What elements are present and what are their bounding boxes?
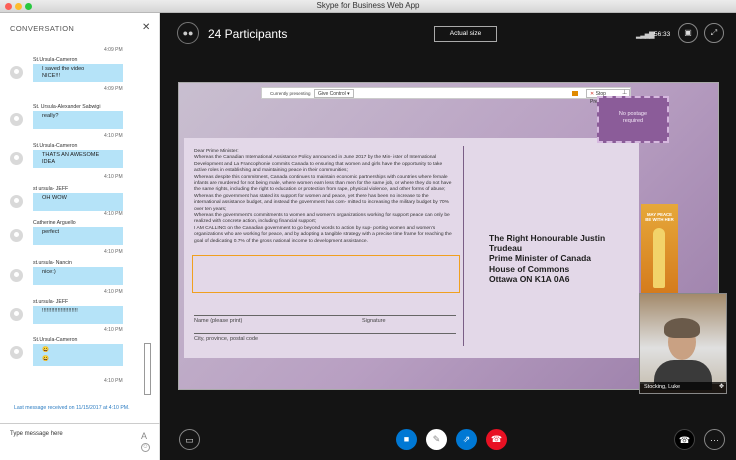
message-time: 4:10 PM — [104, 378, 123, 384]
list-item: St.Ursula-Cameron I saved the video NICE!… — [0, 57, 160, 104]
list-item: st.ursula- Nancin nice:) 4:10 PM — [0, 260, 160, 299]
conversation-header: CONVERSATION ✕ — [0, 13, 160, 45]
message-time: 4:09 PM — [104, 86, 123, 92]
message-time: 4:10 PM — [104, 327, 123, 333]
list-item: St. Ursula-Alexander Sabwigi really? 4:1… — [0, 104, 160, 143]
avatar — [10, 113, 23, 126]
participants-icon[interactable]: ●● — [177, 22, 199, 44]
name-field: Name (please print) Signature — [194, 315, 456, 324]
message-sender: St.Ursula-Cameron — [33, 57, 78, 63]
avatar — [10, 346, 23, 359]
call-timer: 56:33 — [654, 31, 671, 38]
participant-video[interactable]: Stocking, Luke ✥ — [639, 293, 727, 394]
message-time: 4:10 PM — [104, 174, 123, 180]
message-sender: St. Ursula-Alexander Sabwigi — [33, 104, 101, 110]
message-time: 4:10 PM — [104, 289, 123, 295]
window-title: Skype for Business Web App — [316, 1, 420, 10]
call-controls-icon[interactable]: ☎ — [674, 429, 695, 450]
message-sender: st.ursula- JEFF — [33, 299, 69, 305]
share-screen-icon[interactable]: ⇗ — [456, 429, 477, 450]
pin-icon[interactable]: ⊥ — [622, 89, 627, 96]
message-time: 4:10 PM — [104, 211, 123, 217]
recipient-address: The Right Honourable Justin Trudeau Prim… — [489, 233, 606, 284]
layout-icon[interactable]: ▣ — [678, 23, 698, 43]
title-bar: Skype for Business Web App — [0, 0, 736, 13]
list-item: St.Ursula-Cameron THATS AN AWESOME IDEA 4… — [0, 143, 160, 186]
message-bubble: nice:) — [33, 267, 123, 285]
hang-up-icon[interactable]: ☎ — [486, 429, 507, 450]
microphone-muted-icon[interactable]: ✎ — [426, 429, 447, 450]
avatar — [10, 195, 23, 208]
message-bubble: perfect — [33, 227, 123, 245]
avatar — [10, 269, 23, 282]
avatar — [10, 66, 23, 79]
list-item: st.ursula- JEFF !!!!!!!!!!!!!!!!!!!!!!! … — [0, 299, 160, 337]
close-conversation-button[interactable]: ✕ — [142, 22, 150, 33]
avatar — [10, 229, 23, 242]
message-bubble: !!!!!!!!!!!!!!!!!!!!!!! — [33, 306, 123, 324]
message-time: 4:10 PM — [104, 133, 123, 139]
message-bubble: THATS AN AWESOME IDEA — [33, 150, 123, 168]
participant-count[interactable]: 24 Participants — [208, 27, 287, 41]
city-field: City, province, postal code — [194, 333, 456, 342]
message-time: 4:10 PM — [104, 249, 123, 255]
conversation-title: CONVERSATION — [10, 24, 75, 33]
move-icon[interactable]: ✥ — [719, 382, 724, 393]
list-item: st ursula- JEFF OH WOW 4:10 PM — [0, 186, 160, 220]
message-sender: st.ursula- Nancin — [33, 260, 72, 266]
postage-stamp: No postage required — [597, 96, 669, 143]
signature-label: Signature — [362, 318, 386, 324]
currently-presenting-label: Currently presenting — [270, 91, 311, 96]
shared-content: Currently presenting Give Control ▾ ✕ St… — [178, 82, 719, 390]
avatar — [10, 308, 23, 321]
give-control-dropdown[interactable]: Give Control ▾ — [314, 89, 354, 98]
last-message-status: Last message received on 11/15/2017 at 4… — [14, 405, 130, 411]
message-bubble: 😀 😀 — [33, 344, 123, 366]
avatar — [10, 152, 23, 165]
highlight-box — [192, 255, 460, 293]
message-input[interactable]: Type message here — [10, 431, 63, 437]
chat-icon[interactable]: ▭ — [179, 429, 200, 450]
conversation-pane: CONVERSATION ✕ 4:09 PM St.Ursula-Cameron… — [0, 13, 160, 460]
petition-letter: Dear Prime Minister: Whereas the Canadia… — [194, 149, 452, 244]
campaign-poster: MAY PEACE BE WITH HER — [641, 204, 678, 296]
font-format-icon[interactable]: A — [141, 431, 147, 441]
message-bubble: really? — [33, 111, 123, 129]
message-composer[interactable]: Type message here A ☺ — [0, 423, 160, 460]
postcard-divider — [463, 146, 464, 346]
message-list[interactable]: 4:09 PM St.Ursula-Cameron I saved the vi… — [0, 43, 160, 415]
message-sender: st ursula- JEFF — [33, 186, 69, 192]
network-quality-icon: ▂▃▅▇ — [636, 32, 655, 39]
message-sender: St.Ursula-Cameron — [33, 143, 78, 149]
message-bubble: OH WOW — [33, 193, 123, 211]
list-item: Catherine Arguello perfect 4:10 PM — [0, 220, 160, 260]
actual-size-button[interactable]: Actual size — [434, 26, 497, 42]
list-item: St.Ursula-Cameron 😀 😀 4:10 PM — [0, 337, 160, 389]
more-options-icon[interactable]: ⋯ — [704, 429, 725, 450]
scrollbar[interactable] — [144, 343, 151, 395]
message-sender: St.Ursula-Cameron — [33, 337, 78, 343]
presenter-toolbar: Currently presenting Give Control ▾ ✕ St… — [261, 87, 631, 105]
message-sender: Catherine Arguello — [33, 220, 76, 226]
message-bubble: I saved the video NICE!!! — [33, 64, 123, 82]
figure-image — [653, 228, 665, 288]
meeting-stage: ●● 24 Participants Actual size ▂▃▅▇ 56:3… — [161, 13, 736, 460]
video-camera-icon[interactable]: ■ — [396, 429, 417, 450]
fullscreen-icon[interactable]: ⤢ — [704, 23, 724, 43]
monitor-icon[interactable] — [572, 91, 578, 96]
emoticon-icon[interactable]: ☺ — [141, 443, 150, 452]
video-name-label: Stocking, Luke ✥ — [640, 382, 726, 393]
message-time: 4:09 PM — [104, 47, 123, 53]
postcard: Dear Prime Minister: Whereas the Canadia… — [184, 138, 639, 358]
